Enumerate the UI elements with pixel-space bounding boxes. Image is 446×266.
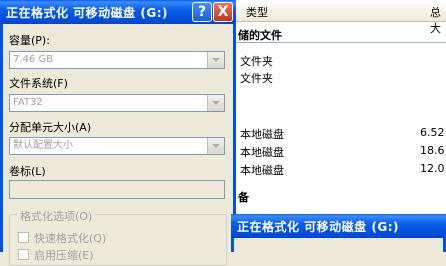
- filesystem-select[interactable]: FAT32: [9, 94, 225, 112]
- chevron-down-icon[interactable]: [207, 138, 224, 154]
- compression-checkbox[interactable]: [18, 249, 29, 260]
- group-files-heading: 储的文件: [238, 29, 282, 42]
- quick-format-checkbox[interactable]: [18, 232, 29, 243]
- group-divider: [232, 42, 446, 43]
- allocation-label: 分配单元大小(A): [9, 121, 92, 134]
- list-item-type[interactable]: 本地磁盘: [240, 144, 284, 160]
- allocation-select[interactable]: 默认配置大小: [9, 137, 225, 155]
- close-button[interactable]: X: [213, 2, 233, 22]
- dialog-title: 正在格式化 可移动磁盘 (G:): [6, 6, 168, 20]
- capacity-label: 容量(P):: [9, 34, 50, 47]
- allocation-value: 默认配置大小: [13, 140, 73, 151]
- list-item-type[interactable]: 本地磁盘: [240, 126, 284, 142]
- format-dialog-titlebar[interactable]: 正在格式化 可移动磁盘 (G:) ? X: [0, 0, 236, 24]
- chevron-down-icon[interactable]: [207, 52, 224, 68]
- explorer-column-header: 类型 总大: [232, 0, 446, 35]
- compression-label: 启用压缩(E): [34, 249, 94, 262]
- second-dialog-titlebar[interactable]: 正在格式化 可移动磁盘 (G:): [231, 214, 446, 238]
- capacity-select[interactable]: 7.46 GB: [9, 51, 225, 69]
- format-options-title: 格式化选项(O): [17, 208, 96, 224]
- quick-format-label: 快速格式化(Q): [34, 232, 107, 245]
- list-item-size: 6.52: [420, 126, 445, 139]
- volume-label-input[interactable]: [9, 180, 225, 199]
- volume-label: 卷标(L): [9, 165, 46, 178]
- group-devices-heading: 备: [238, 191, 249, 204]
- list-item-type[interactable]: 文件夹: [240, 53, 273, 69]
- list-item-type[interactable]: 本地磁盘: [240, 162, 284, 178]
- chevron-down-icon[interactable]: [207, 95, 224, 111]
- help-button[interactable]: ?: [192, 2, 212, 22]
- capacity-value: 7.46 GB: [13, 54, 54, 65]
- list-item-size: 18.6: [420, 144, 445, 157]
- filesystem-label: 文件系统(F): [9, 77, 68, 90]
- column-type-header[interactable]: 类型: [246, 4, 268, 20]
- list-item-size: 12.0: [420, 162, 445, 175]
- list-item-type[interactable]: 文件夹: [240, 70, 273, 86]
- column-total-header[interactable]: 总大: [430, 4, 446, 36]
- filesystem-value: FAT32: [13, 97, 43, 108]
- second-dialog-title: 正在格式化 可移动磁盘 (G:): [237, 220, 399, 234]
